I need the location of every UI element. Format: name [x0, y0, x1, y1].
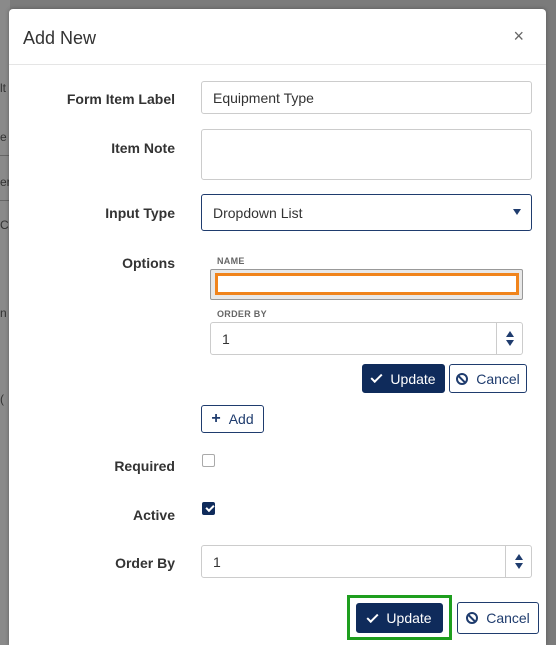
add-option-label: Add: [228, 411, 254, 427]
option-name-field: [210, 269, 523, 300]
chevron-down-icon: [513, 209, 521, 215]
option-order-by-spinner[interactable]: [496, 323, 522, 354]
plus-icon: +: [211, 410, 221, 427]
background-text: C: [0, 218, 9, 232]
order-by-value: 1: [213, 553, 221, 570]
option-order-by-value: 1: [222, 330, 230, 347]
option-order-by-input[interactable]: 1: [210, 322, 523, 355]
add-option-button[interactable]: + Add: [201, 405, 264, 433]
check-icon: [370, 370, 383, 384]
option-order-by-label: ORDER BY: [217, 309, 267, 319]
spin-up-icon[interactable]: [506, 331, 514, 337]
add-new-dialog: Add New × Form Item Label Equipment Type…: [9, 9, 546, 645]
input-type-label: Input Type: [105, 205, 175, 221]
option-cancel-button[interactable]: Cancel: [449, 364, 527, 393]
required-checkbox[interactable]: [202, 454, 215, 467]
spin-down-icon[interactable]: [506, 340, 514, 346]
check-icon: [366, 610, 379, 623]
background-text: n: [0, 306, 7, 320]
background-text: e: [0, 130, 7, 144]
order-by-input[interactable]: 1: [201, 545, 532, 578]
ban-icon: [456, 372, 469, 385]
background-text: (: [0, 392, 4, 406]
option-update-button[interactable]: Update: [362, 364, 445, 393]
form-item-label-input[interactable]: Equipment Type: [201, 81, 532, 114]
item-note-textarea[interactable]: [201, 129, 532, 180]
required-label: Required: [114, 458, 175, 474]
active-checkbox[interactable]: [202, 502, 215, 515]
cancel-button[interactable]: Cancel: [457, 602, 539, 634]
form-item-label-value: Equipment Type: [213, 89, 314, 106]
dialog-header: Add New ×: [9, 9, 546, 65]
option-name-input[interactable]: [215, 273, 519, 295]
order-by-spinner[interactable]: [505, 546, 531, 577]
dialog-title: Add New: [23, 28, 97, 48]
option-update-label: Update: [390, 370, 436, 387]
order-by-label: Order By: [115, 555, 175, 571]
form-item-label-label: Form Item Label: [66, 91, 175, 107]
close-icon[interactable]: ×: [513, 26, 524, 47]
ban-icon: [466, 612, 479, 624]
spin-up-icon[interactable]: [515, 554, 523, 560]
background-text: lt: [0, 81, 6, 95]
cancel-button-label: Cancel: [486, 610, 530, 626]
active-label: Active: [132, 507, 175, 523]
update-button[interactable]: Update: [356, 603, 443, 633]
input-type-value: Dropdown List: [213, 204, 303, 221]
spin-down-icon[interactable]: [515, 563, 523, 569]
input-type-select[interactable]: Dropdown List: [201, 194, 532, 231]
option-cancel-label: Cancel: [476, 370, 520, 387]
options-label: Options: [122, 255, 175, 271]
item-note-label: Item Note: [111, 140, 175, 156]
update-button-label: Update: [386, 610, 432, 626]
option-name-label: NAME: [217, 256, 245, 266]
